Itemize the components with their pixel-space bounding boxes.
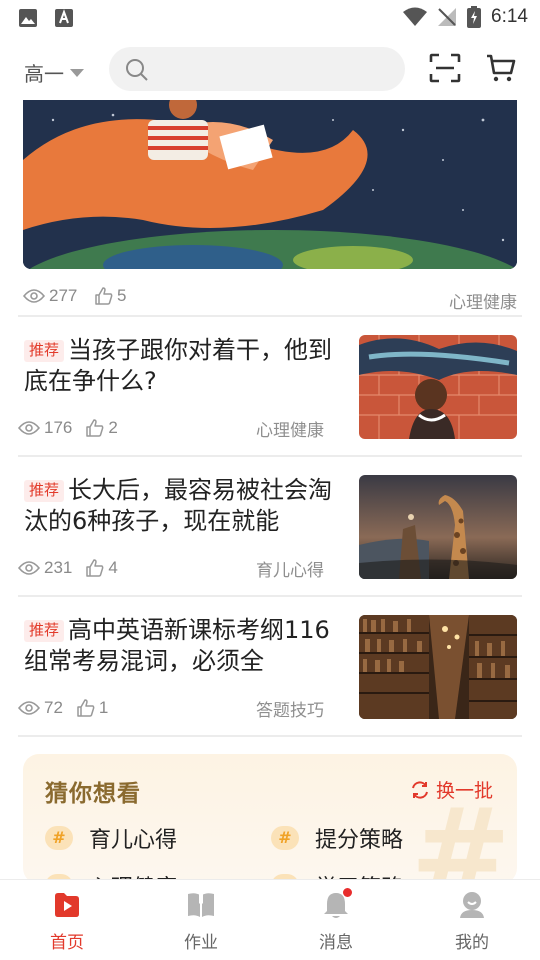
book-icon <box>186 890 216 920</box>
recommend-badge: 推荐 <box>24 480 65 502</box>
no-signal-icon <box>438 8 457 26</box>
recommend-topics-card: # 猜你想看 换一批 # 育儿心得 # 提分策略 # 心理健康 # 学习策略 <box>23 754 517 884</box>
illustration-giraffe-cliff <box>359 475 517 579</box>
refresh-button[interactable]: 换一批 <box>410 776 493 803</box>
user-icon <box>457 890 487 920</box>
article-meta: 176 2 心理健康 <box>18 415 324 441</box>
hash-icon: # <box>45 826 73 850</box>
battery-charging-icon <box>467 6 482 28</box>
status-bar: 6:14 <box>0 0 540 36</box>
top-header: 高一 <box>0 44 540 96</box>
eye-icon <box>23 289 45 303</box>
grade-selector[interactable]: 高一 <box>24 58 84 87</box>
bell-icon <box>321 887 353 920</box>
view-count: 176 <box>18 418 72 438</box>
like-count[interactable]: 4 <box>86 558 118 578</box>
chevron-down-icon <box>70 68 84 77</box>
search-input[interactable] <box>109 47 405 91</box>
article-card[interactable]: 推荐 当孩子跟你对着干，他到底在争什么? 176 2 心理健康 <box>0 335 540 475</box>
nav-home[interactable]: 首页 <box>27 890 107 953</box>
category-label: 育儿心得 <box>256 560 324 581</box>
article-meta: 231 4 育儿心得 <box>18 555 324 581</box>
eye-icon <box>18 701 40 715</box>
topic-chip[interactable]: # 育儿心得 <box>45 822 177 854</box>
home-play-icon <box>52 890 82 920</box>
category-label: 心理健康 <box>449 293 517 313</box>
thumbs-up-icon <box>77 699 95 717</box>
article-title: 推荐 高中英语新课标考纲116组常考易混词，必须全 <box>24 616 330 675</box>
hash-watermark-icon: # <box>410 784 511 885</box>
view-count: 231 <box>18 558 72 578</box>
like-count[interactable]: 5 <box>95 286 126 306</box>
divider <box>18 595 522 597</box>
thumbs-up-icon <box>86 559 104 577</box>
refresh-icon <box>412 780 428 799</box>
clock: 6:14 <box>491 6 528 27</box>
category-label: 心理健康 <box>256 420 324 441</box>
unread-dot <box>342 887 353 898</box>
eye-icon <box>18 421 40 435</box>
wifi-icon <box>403 7 428 26</box>
article-card[interactable]: 推荐 高中英语新课标考纲116组常考易混词，必须全 72 1 答题技巧 <box>0 615 540 755</box>
illustration-library-shelves <box>359 615 517 719</box>
article-title: 推荐 当孩子跟你对着干，他到底在争什么? <box>24 336 333 395</box>
recommend-badge: 推荐 <box>24 620 65 642</box>
like-count[interactable]: 2 <box>86 418 118 438</box>
article-thumbnail <box>359 475 517 579</box>
search-icon <box>126 59 148 81</box>
illustration-girl-riding-fox <box>23 100 517 269</box>
topic-chip[interactable]: # 提分策略 <box>271 822 403 854</box>
font-notification-icon <box>55 9 73 27</box>
recommend-badge: 推荐 <box>24 340 65 362</box>
cart-icon[interactable] <box>486 53 516 83</box>
gallery-notification-icon <box>19 9 37 27</box>
nav-messages[interactable]: 消息 <box>296 887 376 953</box>
divider <box>18 455 522 457</box>
like-count[interactable]: 1 <box>77 698 108 718</box>
view-count: 277 <box>23 286 77 306</box>
nav-profile[interactable]: 我的 <box>432 890 512 953</box>
article-title: 推荐 长大后，最容易被社会淘汰的6种孩子，现在就能 <box>24 476 333 535</box>
illustration-child-brick-wall <box>359 335 517 439</box>
bottom-navigation: 首页 作业 消息 我的 <box>0 879 540 960</box>
article-thumbnail <box>359 615 517 719</box>
thumbs-up-icon <box>95 287 113 305</box>
article-meta: 72 1 答题技巧 <box>18 695 324 721</box>
section-title: 猜你想看 <box>45 780 141 807</box>
nav-homework[interactable]: 作业 <box>161 890 241 953</box>
eye-icon <box>18 561 40 575</box>
view-count: 72 <box>18 698 63 718</box>
thumbs-up-icon <box>86 419 104 437</box>
category-label: 答题技巧 <box>256 700 324 721</box>
divider <box>18 735 522 737</box>
article-banner-image[interactable] <box>23 100 517 269</box>
scan-icon[interactable] <box>429 53 461 83</box>
banner-article-meta: 277 5 心理健康 <box>23 284 517 313</box>
article-thumbnail <box>359 335 517 439</box>
article-card[interactable]: 推荐 长大后，最容易被社会淘汰的6种孩子，现在就能 231 4 育儿心得 <box>0 475 540 615</box>
hash-icon: # <box>271 826 299 850</box>
divider <box>18 315 522 317</box>
grade-label: 高一 <box>24 62 64 86</box>
